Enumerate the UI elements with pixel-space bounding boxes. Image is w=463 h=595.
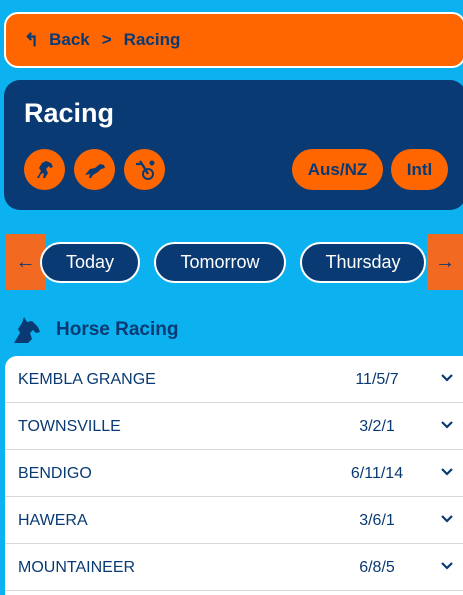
meeting-race-count: 6/8/5	[359, 559, 395, 576]
meeting-name: MOUNTAINEER	[18, 559, 136, 576]
arrow-right-icon: →	[435, 250, 455, 273]
meeting-race-count: 3/2/1	[359, 418, 395, 435]
day-tab-today[interactable]: Today	[40, 242, 140, 283]
section-header: Horse Racing	[10, 312, 178, 348]
chevron-down-icon[interactable]	[439, 370, 455, 386]
chevron-down-icon[interactable]	[439, 511, 455, 527]
meeting-row[interactable]: TOWNSVILLE 3/2/1	[5, 403, 463, 450]
horse-head-icon	[14, 317, 40, 343]
chevron-down-icon[interactable]	[439, 464, 455, 480]
scroll-right-button[interactable]: →	[427, 234, 463, 290]
section-title: Horse Racing	[56, 319, 179, 340]
racing-header-card: Racing Aus/NZ Intl	[4, 80, 463, 210]
greyhound-racing-button[interactable]	[74, 149, 115, 190]
breadcrumb-current[interactable]: Racing	[124, 30, 181, 50]
chevron-down-icon[interactable]	[439, 417, 455, 433]
meetings-list: KEMBLA GRANGE 11/5/7 TOWNSVILLE 3/2/1 BE…	[5, 356, 463, 595]
breadcrumb-separator: >	[101, 30, 112, 49]
meeting-name: KEMBLA GRANGE	[18, 371, 156, 388]
greyhound-icon	[84, 163, 105, 178]
region-aus-nz-button[interactable]: Aus/NZ	[292, 149, 383, 190]
page-title: Racing	[24, 98, 115, 128]
back-link[interactable]: Back	[49, 30, 90, 50]
meeting-race-count: 3/6/1	[359, 512, 395, 529]
meeting-name: TOWNSVILLE	[18, 418, 121, 435]
meeting-race-count: 11/5/7	[355, 371, 399, 388]
day-tab-tomorrow[interactable]: Tomorrow	[154, 242, 286, 283]
day-tab-thursday[interactable]: Thursday	[300, 242, 426, 283]
horse-racing-icon	[36, 160, 53, 178]
meeting-name: HAWERA	[18, 512, 88, 529]
day-selector: ← Today Tomorrow Thursday →	[0, 234, 463, 290]
meeting-row[interactable]: HAWERA 3/6/1	[5, 497, 463, 544]
chevron-down-icon[interactable]	[439, 558, 455, 574]
harness-icon	[135, 159, 154, 180]
back-arrow-icon[interactable]: ↰	[24, 30, 39, 51]
arrow-left-icon: ←	[15, 250, 36, 273]
meeting-race-count: 6/11/14	[350, 465, 404, 482]
meeting-name: BENDIGO	[18, 465, 92, 482]
meeting-row[interactable]: MOUNTAINEER 6/8/5	[5, 544, 463, 591]
breadcrumb: ↰ Back > Racing	[4, 12, 463, 68]
meeting-row[interactable]: BENDIGO 6/11/14	[5, 450, 463, 497]
region-intl-button[interactable]: Intl	[391, 149, 448, 190]
horse-racing-button[interactable]	[24, 149, 65, 190]
meeting-row[interactable]: KEMBLA GRANGE 11/5/7	[5, 356, 463, 403]
harness-racing-button[interactable]	[124, 149, 165, 190]
